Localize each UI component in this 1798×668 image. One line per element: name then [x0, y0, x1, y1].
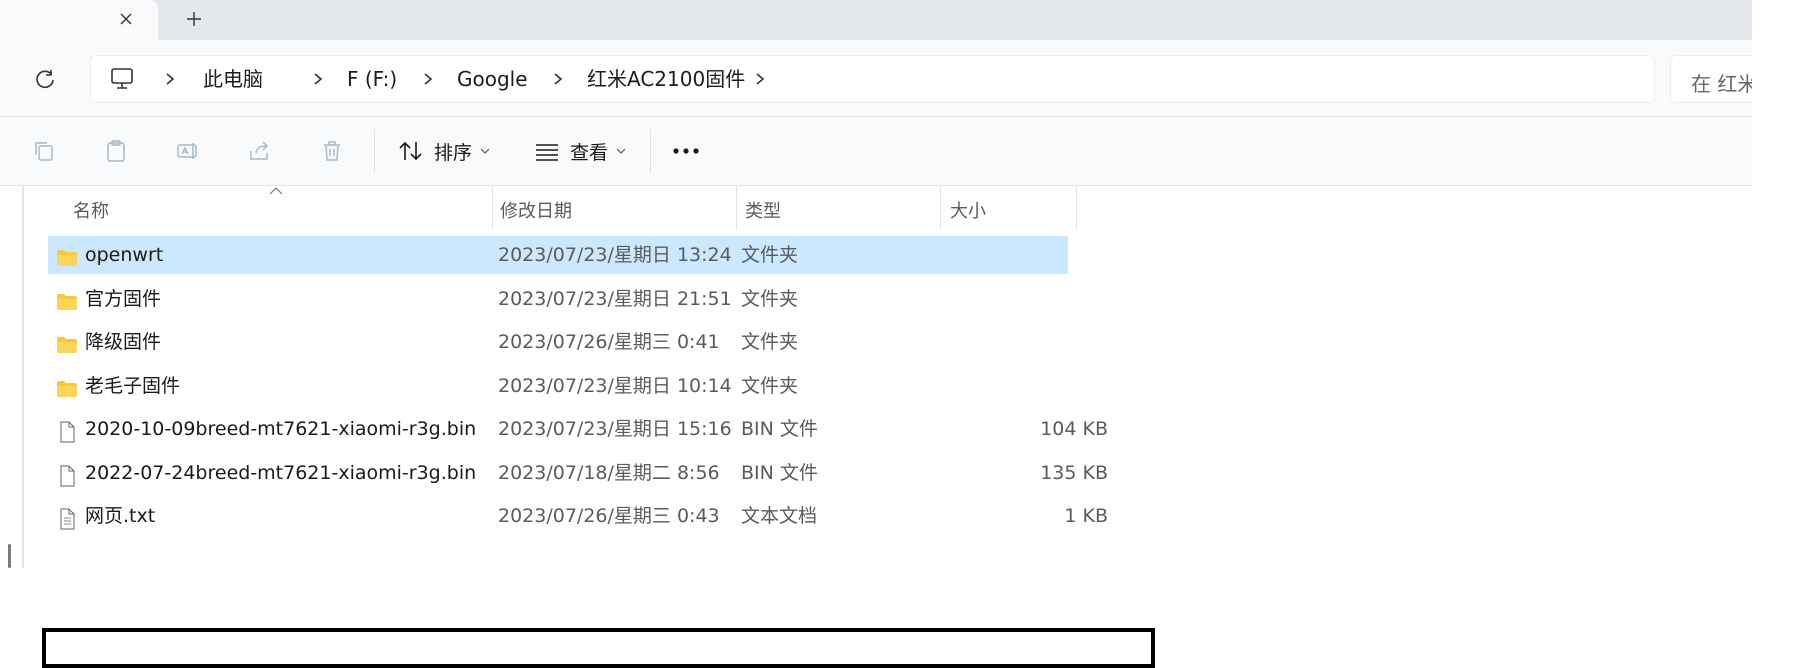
file-name: 官方固件 [85, 287, 162, 310]
file-type: 文件夹 [741, 287, 799, 310]
file-size: 104 KB [1040, 418, 1108, 440]
address-row: 此电脑 F (F:) Google 红米AC2100固件 在 红米 [0, 40, 1762, 117]
file-modified-date: 2023/07/23/星期日 10:14 [498, 374, 732, 397]
file-type: 文件夹 [741, 331, 799, 353]
file-icon [56, 418, 78, 443]
breadcrumb-drive-f[interactable]: F (F:) [347, 68, 397, 90]
chevron-right-icon[interactable] [311, 69, 325, 89]
toolbar-separator [650, 129, 651, 173]
column-header-type[interactable]: 类型 [745, 194, 781, 230]
file-row[interactable]: 官方固件 2023/07/23/星期日 21:51 文件夹 [48, 280, 1068, 318]
file-size: 1 KB [1064, 505, 1108, 527]
this-pc-icon [111, 68, 133, 89]
vertical-scrollbar-track[interactable] [22, 186, 24, 568]
folder-icon [56, 331, 78, 353]
column-divider[interactable] [940, 186, 941, 230]
file-name: openwrt [85, 244, 164, 266]
file-row[interactable]: 降级固件 2023/07/26/星期三 0:41 文件夹 [48, 323, 1068, 361]
close-icon [120, 13, 132, 25]
sort-button[interactable]: 排序 [398, 131, 500, 171]
sort-icon [399, 141, 422, 161]
folder-icon [56, 375, 78, 397]
file-type: 文件夹 [741, 374, 799, 397]
command-bar: 排序 查看 [0, 117, 1752, 186]
share-icon [250, 141, 269, 160]
refresh-button[interactable] [28, 62, 62, 96]
tab-strip [0, 0, 1752, 40]
view-label: 查看 [570, 141, 609, 164]
file-type: 文件夹 [741, 244, 799, 266]
refresh-icon [36, 70, 54, 89]
file-modified-date: 2023/07/23/星期日 15:16 [498, 418, 732, 440]
file-type: BIN 文件 [741, 418, 818, 440]
file-explorer-window: 此电脑 F (F:) Google 红米AC2100固件 在 红米 排序 查看 … [0, 0, 1762, 668]
address-bar[interactable]: 此电脑 F (F:) Google 红米AC2100固件 [90, 55, 1655, 103]
file-name: 2020-10-09breed-mt7621-xiaomi-r3g.bin [85, 418, 477, 440]
file-modified-date: 2023/07/23/星期日 21:51 [498, 287, 732, 310]
copy-button[interactable] [30, 137, 58, 165]
breadcrumb-google[interactable]: Google [457, 68, 528, 90]
close-tab-button[interactable] [110, 4, 142, 34]
column-header-date[interactable]: 修改日期 [500, 194, 572, 230]
file-icon [56, 462, 78, 486]
window-edge [1752, 0, 1798, 568]
file-modified-date: 2023/07/18/星期二 8:56 [498, 461, 720, 484]
file-list-pane: 名称 修改日期 类型 大小 openwrt 2023/07/23/星期日 13:2… [0, 186, 1752, 668]
ellipsis-icon [673, 148, 699, 154]
file-name: 网页.txt [85, 505, 156, 527]
column-header-size[interactable]: 大小 [950, 194, 986, 230]
file-type: BIN 文件 [741, 461, 818, 484]
share-button[interactable] [246, 137, 274, 165]
breadcrumb-this-pc[interactable]: 此电脑 [203, 68, 263, 90]
file-name: 2022-07-24breed-mt7621-xiaomi-r3g.bin [85, 461, 477, 484]
file-row[interactable]: 2022-07-24breed-mt7621-xiaomi-r3g.bin 202… [48, 454, 1108, 492]
column-header-name[interactable]: 名称 [73, 194, 109, 230]
file-modified-date: 2023/07/26/星期三 0:43 [498, 505, 720, 527]
new-tab-button[interactable] [178, 4, 210, 34]
sort-label: 排序 [434, 141, 473, 164]
rename-button[interactable] [174, 137, 202, 165]
rename-icon [177, 143, 197, 159]
search-placeholder: 在 红米 [1691, 72, 1758, 96]
file-modified-date: 2023/07/23/星期日 13:24 [498, 244, 732, 266]
chevron-right-icon[interactable] [421, 69, 435, 89]
paste-button[interactable] [102, 137, 130, 165]
file-modified-date: 2023/07/26/星期三 0:41 [498, 331, 720, 353]
search-input[interactable]: 在 红米 [1670, 55, 1762, 103]
view-button[interactable]: 查看 [534, 131, 636, 171]
chevron-right-icon[interactable] [163, 69, 177, 89]
file-row[interactable]: openwrt 2023/07/23/星期日 13:24 文件夹 [48, 236, 1068, 274]
column-divider[interactable] [736, 186, 737, 230]
more-options-button[interactable] [668, 137, 704, 165]
file-row[interactable]: 网页.txt 2023/07/26/星期三 0:43 文本文档 1 KB [48, 497, 1108, 535]
chevron-down-icon [616, 148, 626, 154]
view-icon [536, 144, 558, 161]
file-size: 135 KB [1040, 461, 1108, 484]
vertical-scrollbar-thumb[interactable] [8, 544, 11, 568]
column-divider[interactable] [492, 186, 493, 230]
delete-button[interactable] [318, 137, 346, 165]
file-type: 文本文档 [741, 505, 818, 527]
trash-icon [324, 141, 340, 161]
file-row[interactable]: 老毛子固件 2023/07/23/星期日 10:14 文件夹 [48, 367, 1068, 405]
annotation-highlight-box [42, 628, 1155, 668]
active-tab[interactable] [0, 0, 158, 40]
text-file-icon [56, 505, 78, 530]
folder-icon [56, 244, 78, 266]
plus-icon [187, 12, 201, 26]
breadcrumb-current-folder[interactable]: 红米AC2100固件 [587, 68, 745, 90]
column-divider[interactable] [1076, 186, 1077, 230]
copy-icon [35, 142, 53, 161]
chevron-down-icon [480, 148, 490, 154]
sort-ascending-icon [269, 187, 283, 195]
paste-icon [107, 140, 125, 162]
folder-icon [56, 288, 78, 310]
file-name: 降级固件 [85, 331, 162, 353]
file-row[interactable]: 2020-10-09breed-mt7621-xiaomi-r3g.bin 202… [48, 410, 1108, 448]
toolbar-separator [374, 129, 375, 173]
chevron-right-icon[interactable] [551, 69, 565, 89]
chevron-right-icon[interactable] [753, 69, 767, 89]
file-name: 老毛子固件 [85, 374, 181, 397]
